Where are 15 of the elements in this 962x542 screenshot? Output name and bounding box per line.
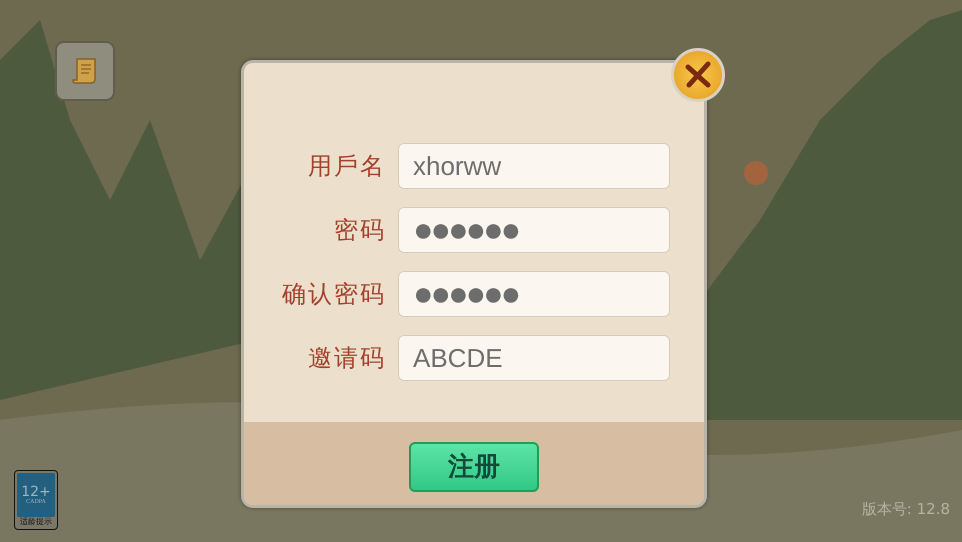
version-label: 版本号: 12.8 [862, 500, 950, 519]
field-label: 密码 [334, 215, 386, 246]
close-icon [683, 60, 713, 90]
password-field[interactable]: ●●●●●● [398, 207, 670, 253]
age-caption: 适龄提示 [20, 517, 52, 527]
input-field[interactable]: ABCDE [398, 335, 670, 381]
field-label: 邀请码 [308, 343, 386, 374]
field-label: 确认密码 [282, 279, 386, 310]
register-button[interactable]: 注册 [409, 442, 539, 492]
field-label: 用戶名 [308, 151, 386, 182]
age-rating: 12+ [21, 484, 51, 499]
password-field[interactable]: ●●●●●● [398, 271, 670, 317]
scroll-icon-button[interactable] [55, 41, 115, 101]
close-button[interactable] [671, 48, 725, 102]
input-field[interactable]: xhorww [398, 143, 670, 189]
